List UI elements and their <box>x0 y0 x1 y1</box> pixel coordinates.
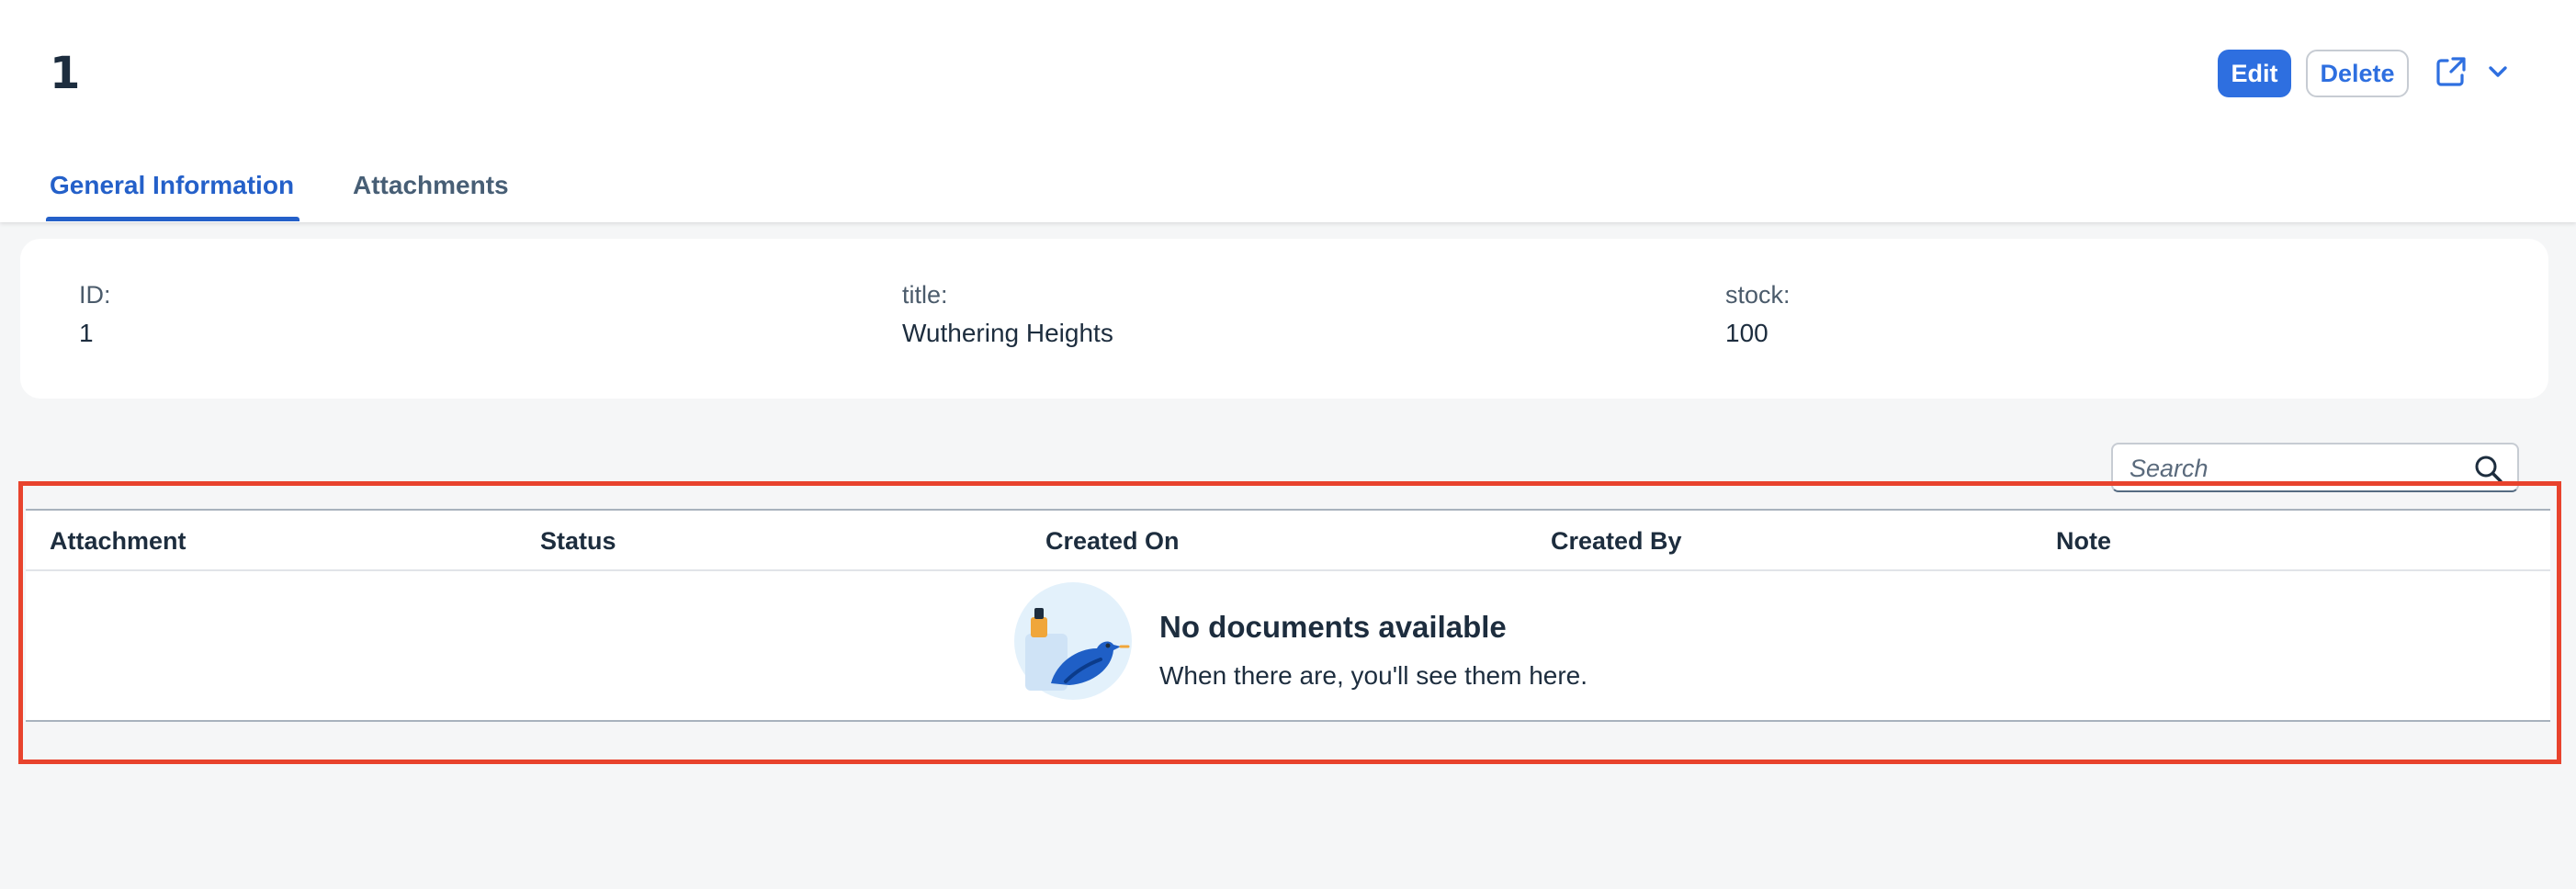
field-stock-label: stock: <box>1725 281 1791 309</box>
delete-button[interactable]: Delete <box>2306 50 2409 97</box>
field-stock: stock: 100 <box>1725 281 1791 348</box>
chevron-down-icon <box>2486 60 2510 88</box>
field-id-value: 1 <box>79 319 94 347</box>
general-information-section: ID: 1 title: Wuthering Heights stock: 10… <box>20 239 2548 399</box>
field-title-label: title: <box>902 281 948 309</box>
field-id: ID: 1 <box>79 281 111 348</box>
highlight-frame <box>18 481 2561 764</box>
selected-tab-indicator <box>46 217 299 221</box>
share-menu-button[interactable] <box>2435 53 2510 94</box>
field-title-value: Wuthering Heights <box>902 319 1113 347</box>
share-icon <box>2435 55 2468 93</box>
field-stock-value: 100 <box>1725 319 1768 347</box>
search-icon[interactable] <box>2473 454 2504 485</box>
field-title: title: Wuthering Heights <box>902 281 1113 348</box>
search-input[interactable] <box>2130 452 2460 485</box>
edit-button[interactable]: Edit <box>2218 50 2291 97</box>
field-id-label: ID: <box>79 281 111 309</box>
tab-general-information[interactable]: General Information <box>50 171 294 200</box>
page-title: 1 <box>50 48 81 99</box>
object-page-header: 1 Edit Delete General Information Attach… <box>0 0 2576 222</box>
tab-attachments[interactable]: Attachments <box>353 171 509 200</box>
